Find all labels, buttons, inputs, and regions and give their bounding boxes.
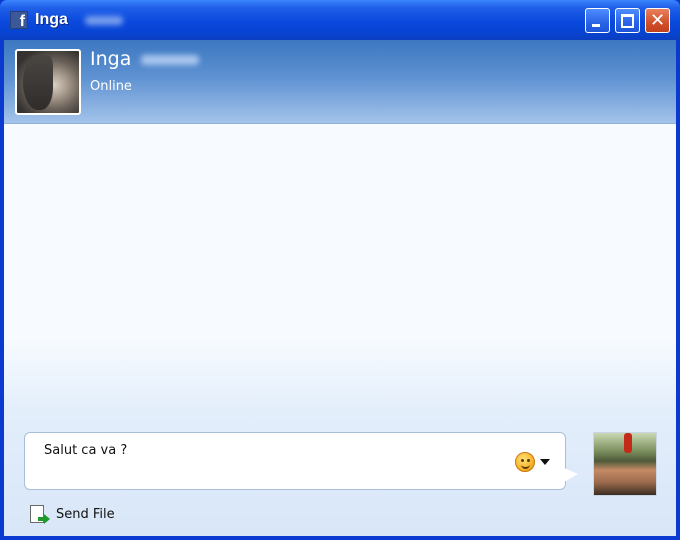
close-button[interactable]: ✕: [645, 8, 670, 33]
close-icon: ✕: [649, 10, 666, 31]
send-file-label: Send File: [56, 507, 115, 522]
emoji-picker-button[interactable]: [515, 450, 555, 474]
redacted-contact-surname: [141, 55, 199, 65]
redacted-surname: [85, 16, 123, 25]
arrow-right-icon: [38, 514, 50, 524]
bubble-tail: [564, 468, 578, 482]
contact-header: Inga Online: [4, 40, 676, 124]
window-title: Inga: [35, 11, 68, 28]
contact-status: Online: [90, 79, 132, 94]
message-composer[interactable]: Salut ca va ?: [24, 432, 566, 490]
contact-avatar[interactable]: [15, 49, 81, 115]
maximize-button[interactable]: [615, 8, 640, 33]
minimize-button[interactable]: [585, 8, 610, 33]
facebook-icon: f: [10, 11, 28, 30]
chat-window: f Inga ✕ Inga Online Salut ca va ? Send …: [0, 0, 680, 540]
self-avatar[interactable]: [593, 432, 657, 496]
chat-client-area: Inga Online Salut ca va ? Send File: [4, 40, 676, 536]
contact-name: Inga: [90, 48, 132, 70]
chevron-down-icon: [540, 459, 550, 465]
smiley-icon: [515, 452, 535, 472]
title-bar[interactable]: f Inga ✕: [0, 0, 680, 40]
message-input[interactable]: Salut ca va ?: [44, 443, 127, 458]
